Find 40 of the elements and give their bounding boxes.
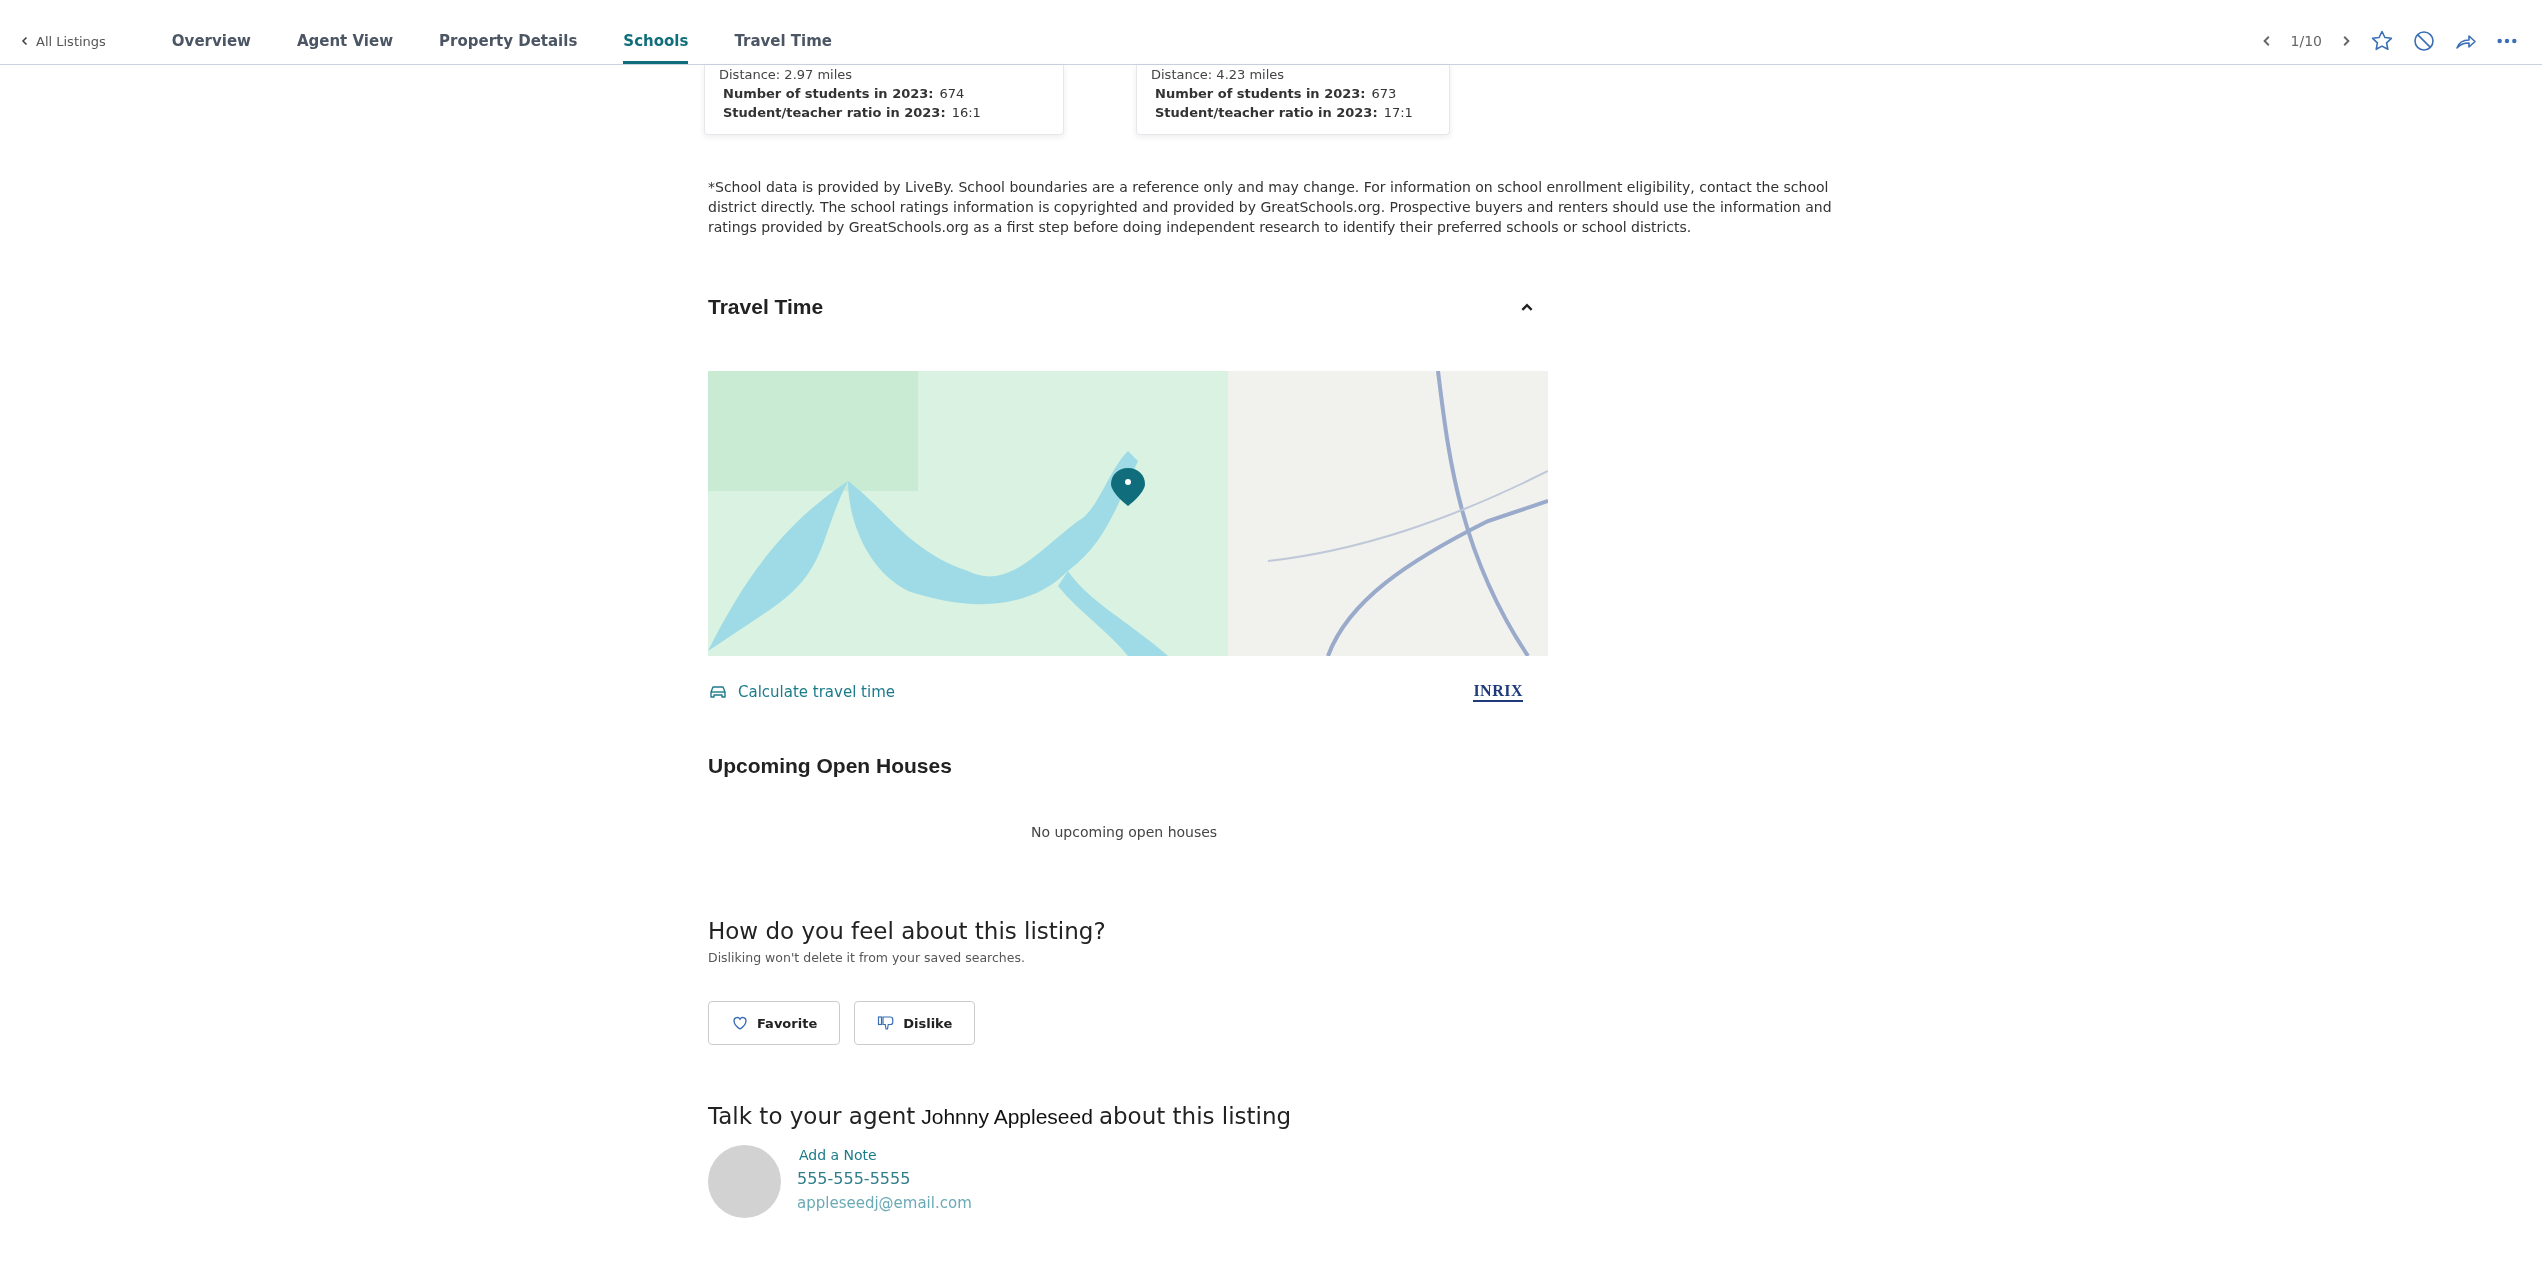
agent-heading: about this listing bbox=[1098, 1103, 1292, 1129]
ratio-value: 16:1 bbox=[951, 105, 981, 120]
heart-icon bbox=[731, 1014, 749, 1032]
star-icon[interactable] bbox=[2370, 29, 2394, 53]
nav-tab[interactable]: Property Details bbox=[439, 18, 578, 64]
phone-link[interactable]: 555-555-5555 bbox=[797, 1169, 911, 1188]
students-value: 673 bbox=[1371, 86, 1397, 101]
agent-heading: Talk to your agent bbox=[708, 1103, 916, 1129]
feedback-subtitle: Disliking won't delete it from your saved searches. bbox=[708, 950, 1026, 965]
section-title: Travel Time bbox=[708, 295, 824, 319]
feedback-title: How do you feel about this listing? bbox=[708, 918, 1107, 944]
nav-tab[interactable]: Overview bbox=[171, 18, 251, 64]
map-pin-icon[interactable] bbox=[1111, 468, 1145, 506]
school-distance: Distance: 4.23 miles bbox=[1151, 67, 1286, 82]
ratio-label: Student/teacher ratio in 2023: bbox=[1155, 105, 1378, 120]
back-link[interactable]: All Listings bbox=[20, 18, 106, 64]
favorite-button[interactable]: Favorite bbox=[708, 1001, 841, 1045]
students-label: Number of students in 2023: bbox=[1155, 86, 1366, 101]
ratio-label: Student/teacher ratio in 2023: bbox=[723, 105, 946, 120]
car-icon bbox=[708, 684, 728, 700]
students-value: 674 bbox=[939, 86, 965, 101]
pager-count: 1/10 bbox=[2290, 33, 2322, 49]
dislike-button[interactable]: Dislike bbox=[854, 1001, 976, 1045]
ratio-value: 17:1 bbox=[1383, 105, 1413, 120]
school-distance: Distance: 2.97 miles bbox=[719, 67, 854, 82]
block-icon[interactable] bbox=[2412, 29, 2436, 53]
provider-logo: INRIX bbox=[1473, 682, 1523, 702]
agent-name: Johnny Appleseed bbox=[921, 1105, 1093, 1129]
nav-tab[interactable]: Travel Time bbox=[734, 18, 832, 64]
thumbs-down-icon bbox=[877, 1014, 896, 1032]
calculate-travel-time-link[interactable]: Calculate travel time bbox=[708, 683, 895, 701]
students-label: Number of students in 2023: bbox=[723, 86, 934, 101]
more-icon[interactable] bbox=[2496, 37, 2518, 45]
add-note-link[interactable]: Add a Note bbox=[797, 1147, 877, 1163]
school-data-disclaimer: *School data is provided by LiveBy. School boundaries are a reference only and may change. For information on school enrollment eligibility, contact the school district directly. The school ratings information is copyrighted and provided by GreatSchools.org. Prospective buyers and renters should use the information and ratings provided by GreatSchools.org as a first step before doing independent research to identify their preferred schools or school districts. bbox=[708, 178, 1833, 237]
nav-tab[interactable]: Agent View bbox=[296, 18, 394, 64]
section-title: Upcoming Open Houses bbox=[708, 754, 953, 778]
chevron-left-icon bbox=[20, 36, 30, 46]
nav-tab[interactable]: Schools bbox=[623, 18, 689, 64]
empty-message: No upcoming open houses bbox=[1031, 824, 1218, 840]
